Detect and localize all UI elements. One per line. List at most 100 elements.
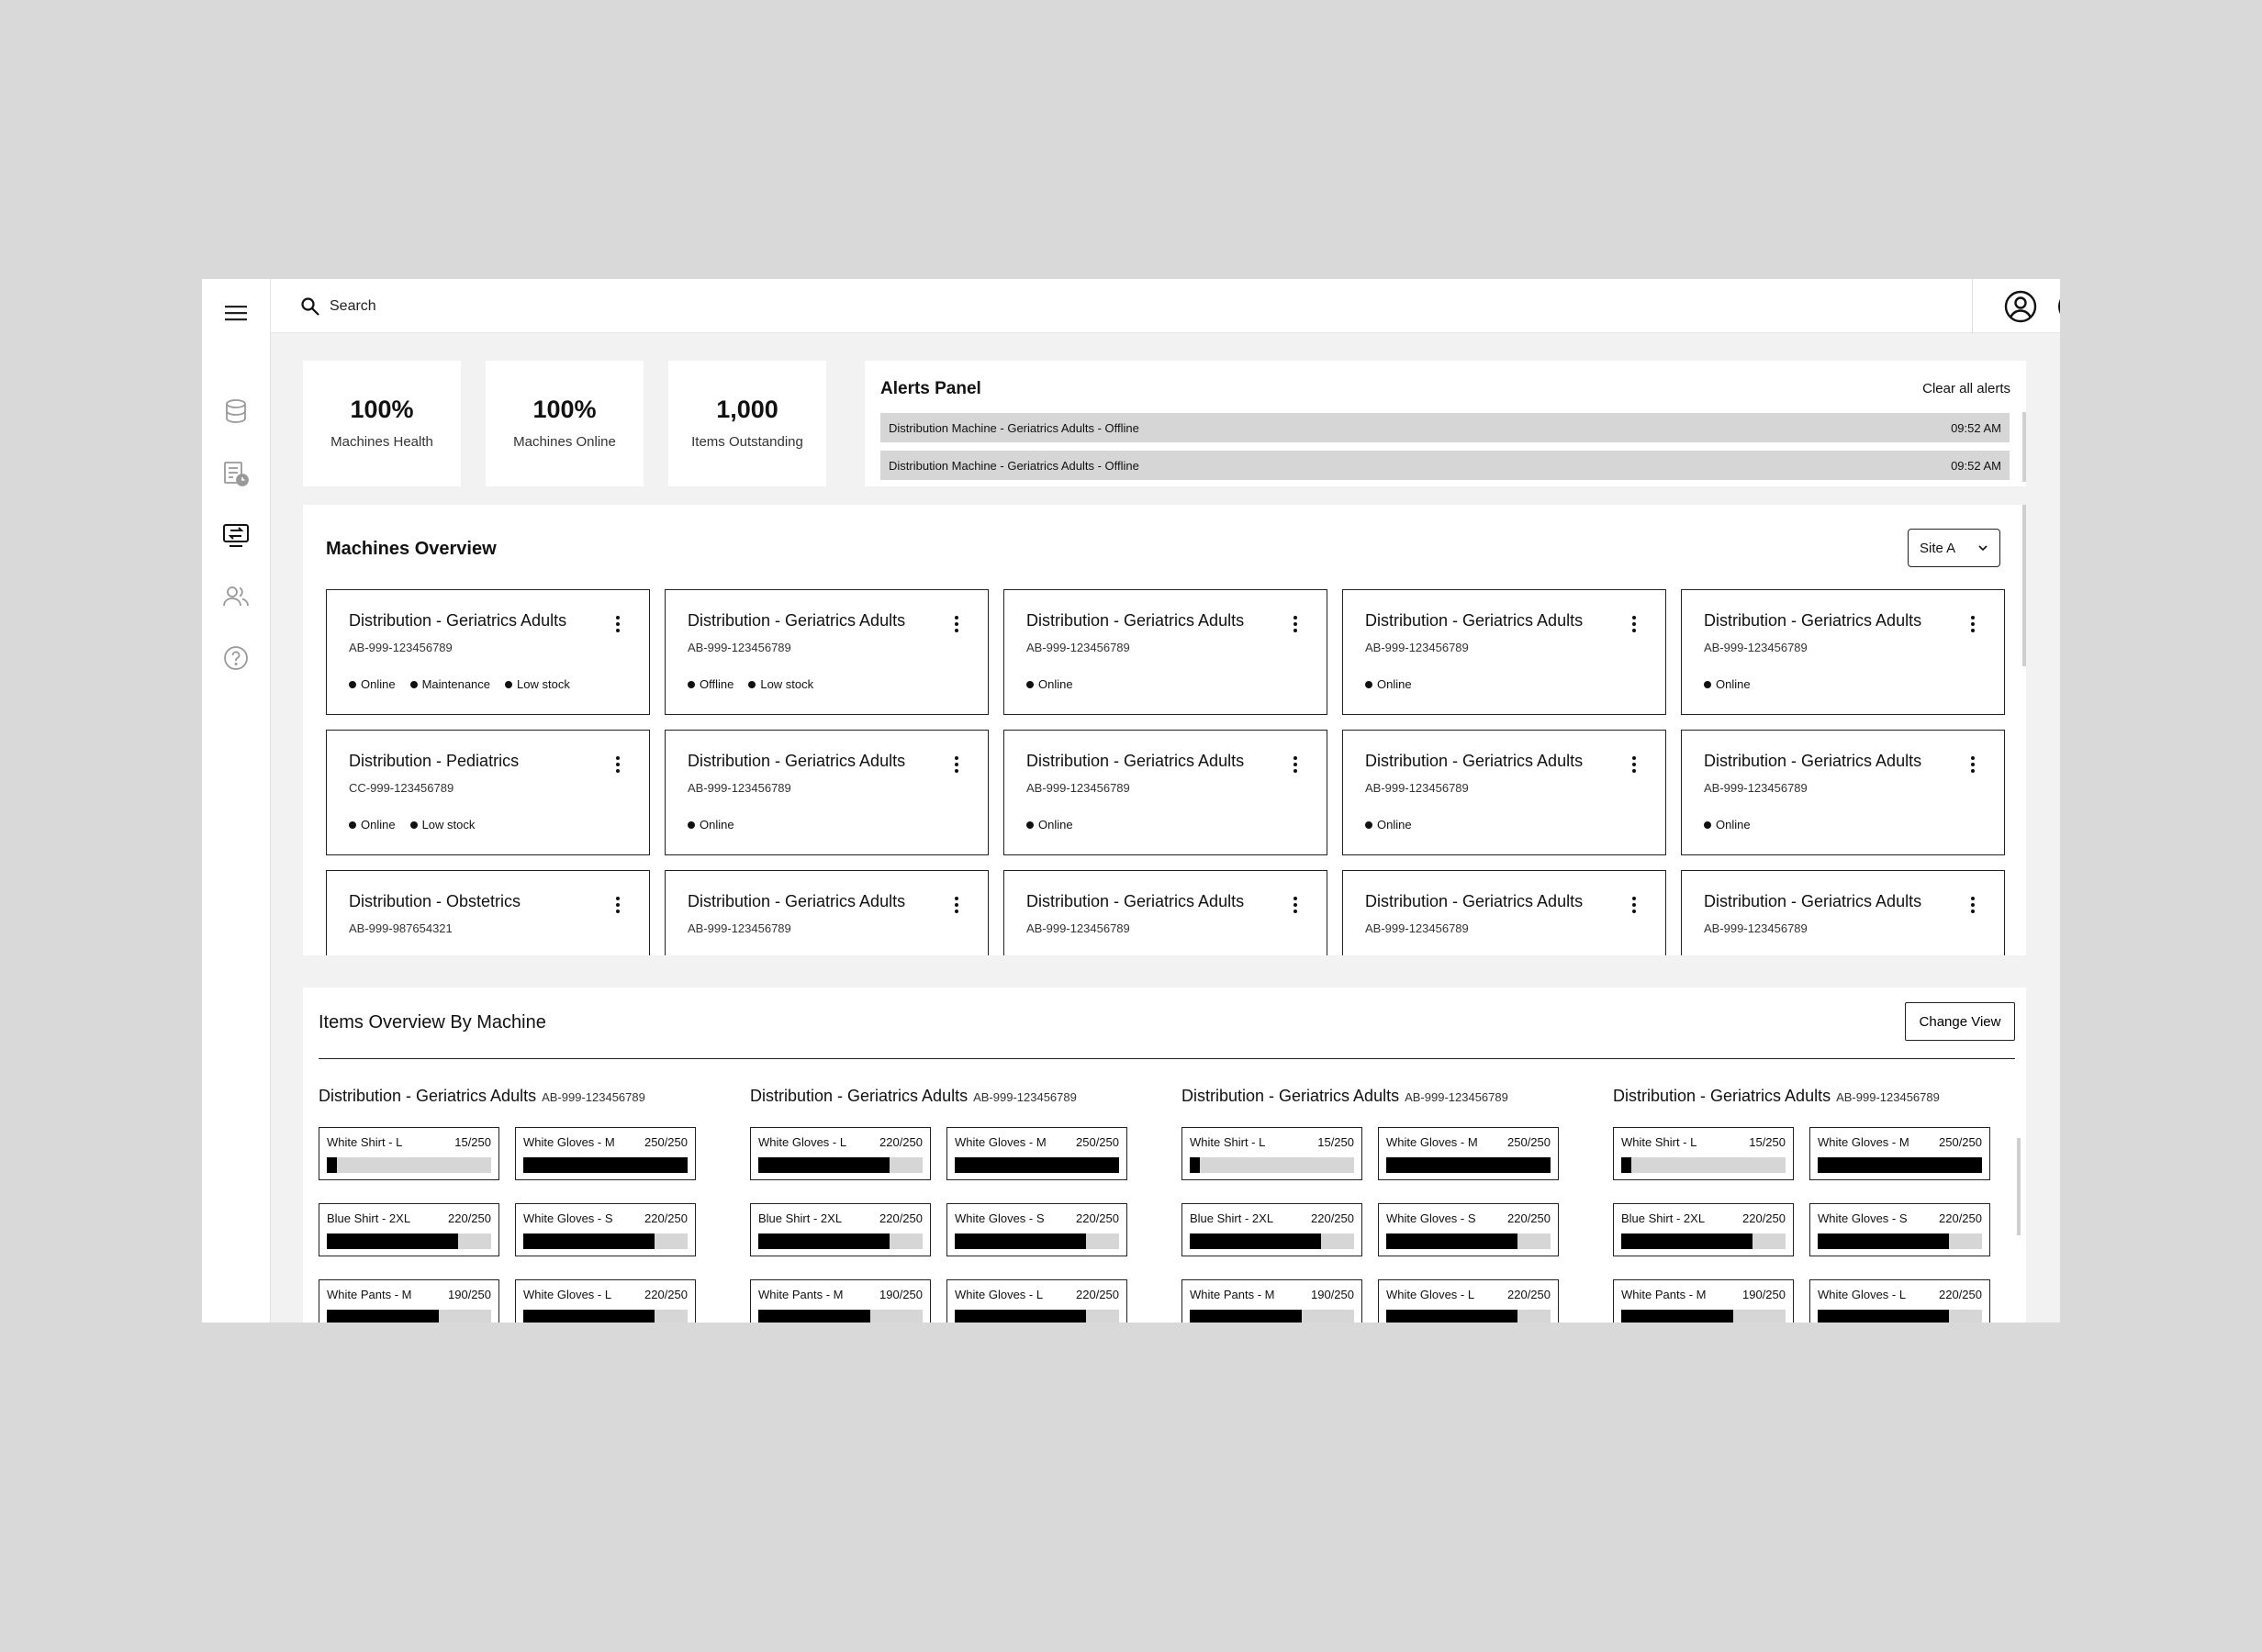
item-stock-tile[interactable]: White Shirt - L 15/250 — [319, 1127, 499, 1180]
alert-time: 09:52 AM — [1951, 458, 2001, 473]
change-view-button[interactable]: Change View — [1905, 1002, 2015, 1041]
more-options-icon[interactable] — [612, 895, 623, 915]
machine-card[interactable]: Distribution - Geriatrics Adults AB-999-1… — [665, 589, 989, 715]
item-stock-tile[interactable]: White Gloves - S 220/250 — [946, 1203, 1127, 1256]
item-stock-tile[interactable]: White Gloves - M 250/250 — [515, 1127, 696, 1180]
machine-card[interactable]: Distribution - Obstetrics AB-999-98765432… — [326, 870, 650, 955]
item-stock-tile[interactable]: White Gloves - M 250/250 — [1378, 1127, 1559, 1180]
items-scrollbar[interactable] — [2017, 1138, 2021, 1235]
item-stock-tile[interactable]: Blue Shirt - 2XL 220/250 — [319, 1203, 499, 1256]
alert-row[interactable]: Distribution Machine - Geriatrics Adults… — [880, 451, 2010, 480]
item-stock-tile[interactable]: White Shirt - L 15/250 — [1613, 1127, 1794, 1180]
item-stock-tile[interactable]: White Gloves - M 250/250 — [1809, 1127, 1990, 1180]
item-stock-tile[interactable]: White Gloves - L 220/250 — [1809, 1279, 1990, 1323]
item-stock-tile[interactable]: White Gloves - L 220/250 — [946, 1279, 1127, 1323]
more-options-icon[interactable] — [1629, 895, 1640, 915]
item-quantity: 220/250 — [879, 1211, 923, 1225]
item-stock-tile[interactable]: White Pants - M 190/250 — [319, 1279, 499, 1323]
alert-row[interactable]: Distribution Machine - Geriatrics Adults… — [880, 413, 2010, 442]
more-options-icon[interactable] — [1967, 895, 1978, 915]
item-stock-tile[interactable]: White Gloves - S 220/250 — [1378, 1203, 1559, 1256]
machines-scrollbar[interactable] — [2022, 505, 2026, 666]
item-stock-tile[interactable]: Blue Shirt - 2XL 220/250 — [1181, 1203, 1362, 1256]
stat-value: 1,000 — [716, 396, 778, 423]
more-options-icon[interactable] — [1967, 754, 1978, 775]
more-options-icon[interactable] — [612, 754, 623, 775]
more-options-icon[interactable] — [951, 754, 962, 775]
report-clock-icon[interactable] — [219, 457, 252, 490]
item-stock-tile[interactable]: White Gloves - L 220/250 — [750, 1127, 931, 1180]
more-options-icon[interactable] — [1967, 614, 1978, 634]
status-list: Online — [1365, 818, 1412, 832]
more-options-icon[interactable] — [1629, 614, 1640, 634]
item-name: White Shirt - L — [1621, 1135, 1697, 1149]
item-stock-tile[interactable]: White Pants - M 190/250 — [1613, 1279, 1794, 1323]
item-name: Blue Shirt - 2XL — [758, 1211, 843, 1225]
stock-progress-bar — [1621, 1310, 1786, 1323]
help-icon[interactable] — [219, 642, 252, 675]
machine-card[interactable]: Distribution - Geriatrics Adults AB-999-1… — [1681, 870, 2005, 955]
more-options-icon[interactable] — [1290, 754, 1301, 775]
machine-card[interactable]: Distribution - Geriatrics Adults AB-999-1… — [1003, 730, 1327, 855]
stock-progress-fill — [1386, 1233, 1518, 1249]
more-options-icon[interactable] — [1629, 754, 1640, 775]
user-account-icon[interactable] — [2004, 290, 2037, 323]
machine-name: Distribution - Geriatrics Adults — [1026, 752, 1245, 770]
stat-label: Machines Online — [513, 434, 616, 450]
site-select[interactable]: Site A — [1908, 529, 2000, 567]
item-quantity: 220/250 — [644, 1288, 688, 1301]
alerts-scrollbar[interactable] — [2022, 412, 2026, 482]
machine-card[interactable]: Distribution - Geriatrics Adults AB-999-1… — [1342, 589, 1666, 715]
item-name: White Pants - M — [1621, 1288, 1707, 1301]
item-stock-tile[interactable]: White Gloves - L 220/250 — [515, 1279, 696, 1323]
notification-bell-icon[interactable] — [2057, 290, 2060, 323]
machine-name: Distribution - Geriatrics Adults — [1365, 752, 1584, 770]
machine-card[interactable]: Distribution - Geriatrics Adults AB-999-1… — [326, 589, 650, 715]
stock-progress-bar — [1621, 1233, 1786, 1249]
item-stock-tile[interactable]: White Gloves - S 220/250 — [1809, 1203, 1990, 1256]
stock-progress-fill — [327, 1310, 439, 1323]
column-header: Distribution - Geriatrics Adults AB-999-1… — [1181, 1087, 1508, 1106]
item-stock-tile[interactable]: White Pants - M 190/250 — [750, 1279, 931, 1323]
item-name: White Pants - M — [758, 1288, 844, 1301]
stock-progress-fill — [955, 1233, 1087, 1249]
more-options-icon[interactable] — [951, 614, 962, 634]
machine-card[interactable]: Distribution - Pediatrics CC-999-12345678… — [326, 730, 650, 855]
machine-transfer-icon[interactable] — [219, 519, 252, 553]
item-name: Blue Shirt - 2XL — [1190, 1211, 1274, 1225]
item-stock-tile[interactable]: White Gloves - L 220/250 — [1378, 1279, 1559, 1323]
machine-card[interactable]: Distribution - Geriatrics Adults AB-999-1… — [665, 730, 989, 855]
search-input[interactable] — [330, 298, 697, 315]
machine-card[interactable]: Distribution - Geriatrics Adults AB-999-1… — [1003, 589, 1327, 715]
machine-card[interactable]: Distribution - Geriatrics Adults AB-999-1… — [1342, 730, 1666, 855]
item-name: White Gloves - L — [1386, 1288, 1475, 1301]
machine-card[interactable]: Distribution - Geriatrics Adults AB-999-1… — [665, 870, 989, 955]
item-stock-tile[interactable]: White Gloves - M 250/250 — [946, 1127, 1127, 1180]
machine-code: AB-999-123456789 — [1365, 641, 1469, 654]
more-options-icon[interactable] — [1290, 895, 1301, 915]
column-header: Distribution - Geriatrics Adults AB-999-1… — [319, 1087, 645, 1106]
item-stock-tile[interactable]: White Pants - M 190/250 — [1181, 1279, 1362, 1323]
status-badge: Online — [1026, 677, 1073, 691]
alert-text: Distribution Machine - Geriatrics Adults… — [889, 420, 1139, 435]
machine-code: AB-999-123456789 — [1026, 921, 1130, 935]
machine-card[interactable]: Distribution - Geriatrics Adults AB-999-1… — [1003, 870, 1327, 955]
more-options-icon[interactable] — [951, 895, 962, 915]
more-options-icon[interactable] — [1290, 614, 1301, 634]
users-icon[interactable] — [219, 580, 252, 613]
more-options-icon[interactable] — [612, 614, 623, 634]
machine-card[interactable]: Distribution - Geriatrics Adults AB-999-1… — [1681, 730, 2005, 855]
clear-alerts-link[interactable]: Clear all alerts — [1922, 381, 2010, 396]
item-stock-tile[interactable]: Blue Shirt - 2XL 220/250 — [1613, 1203, 1794, 1256]
item-quantity: 15/250 — [1749, 1135, 1786, 1149]
machine-card[interactable]: Distribution - Geriatrics Adults AB-999-1… — [1342, 870, 1666, 955]
item-stock-tile[interactable]: White Shirt - L 15/250 — [1181, 1127, 1362, 1180]
stock-progress-bar — [1818, 1310, 1982, 1323]
item-stock-tile[interactable]: White Gloves - S 220/250 — [515, 1203, 696, 1256]
machine-card[interactable]: Distribution - Geriatrics Adults AB-999-1… — [1681, 589, 2005, 715]
database-icon[interactable] — [219, 395, 252, 428]
machine-name: Distribution - Geriatrics Adults — [1365, 892, 1584, 910]
stock-progress-bar — [1190, 1310, 1354, 1323]
menu-icon[interactable] — [219, 296, 252, 329]
item-stock-tile[interactable]: Blue Shirt - 2XL 220/250 — [750, 1203, 931, 1256]
